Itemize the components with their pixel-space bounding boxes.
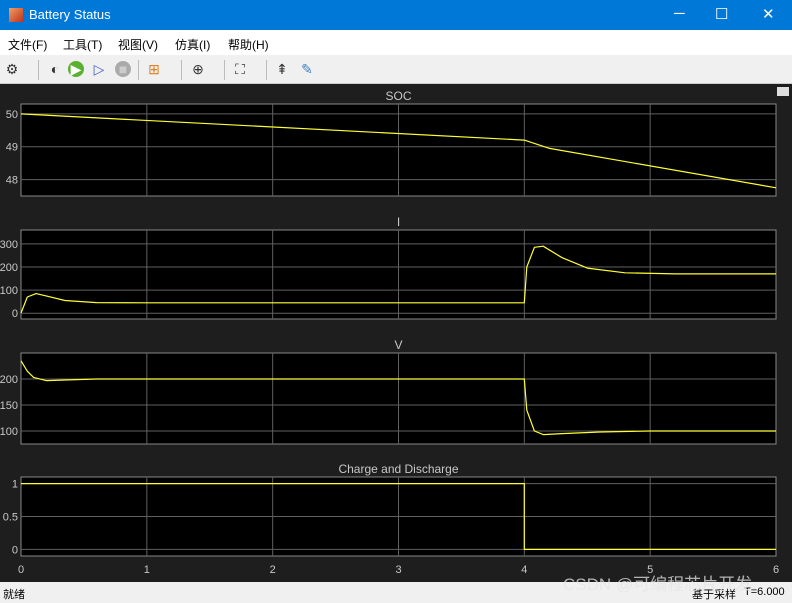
watermark: CSDN @可编程芯片开发 — [563, 575, 753, 594]
y-tick-label: 200 — [0, 262, 18, 274]
triggers-icon[interactable]: ⇞ — [274, 61, 290, 77]
step-forward-icon[interactable]: ▷ — [91, 61, 107, 77]
minimize-button[interactable]: ─ — [674, 5, 685, 22]
stop-icon[interactable]: ■ — [115, 61, 131, 77]
y-tick-label: 100 — [0, 426, 18, 438]
axes-2[interactable]: 0 100 200 300 I — [0, 215, 777, 320]
close-button[interactable]: ✕ — [762, 5, 775, 23]
undock-icon[interactable] — [777, 87, 789, 96]
menu-help[interactable]: 帮助(H) — [228, 36, 269, 53]
menu-tools[interactable]: 工具(T) — [63, 36, 102, 53]
x-tick-label: 6 — [773, 564, 779, 576]
axes-1[interactable]: 48 49 50 SOC — [6, 89, 777, 197]
x-tick-label: 1 — [144, 564, 150, 576]
x-tick-label: 2 — [270, 564, 276, 576]
menu-bar: 文件(F) 工具(T) 视图(V) 仿真(I) 帮助(H) — [0, 30, 792, 55]
axes-title: V — [394, 338, 402, 352]
axes-title: I — [397, 215, 400, 229]
zoom-icon[interactable]: ⊕ — [190, 61, 206, 77]
gear-icon[interactable]: ⚙ — [4, 61, 20, 77]
y-tick-label: 0 — [12, 544, 18, 556]
toolbar: ⚙ ◐ ▶ ▷ ■ ⊞ ⊕ ⛶ ⇞ ✎ — [0, 55, 792, 84]
y-tick-label: 49 — [6, 142, 18, 154]
y-tick-label: 150 — [0, 400, 18, 412]
y-tick-label: 48 — [6, 175, 18, 187]
run-icon[interactable]: ▶ — [68, 61, 84, 77]
y-tick-label: 0.5 — [3, 512, 18, 524]
title-bar: Battery Status ─ ☐ ✕ — [0, 0, 792, 30]
menu-file[interactable]: 文件(F) — [8, 36, 47, 53]
y-tick-label: 0 — [12, 308, 18, 320]
axes-title: SOC — [385, 89, 411, 103]
axes-3[interactable]: 100 150 200 V — [0, 338, 777, 445]
menu-view[interactable]: 视图(V) — [118, 36, 158, 53]
y-tick-label: 1 — [12, 479, 18, 491]
x-tick-label: 4 — [521, 564, 527, 576]
axes-title: Charge and Discharge — [338, 462, 458, 476]
cursor-measurements-icon[interactable]: ✎ — [299, 61, 315, 77]
y-tick-label: 300 — [0, 239, 18, 251]
x-tick-label: 3 — [395, 564, 401, 576]
x-tick-label: 0 — [18, 564, 24, 576]
status-ready: 就绪 — [3, 589, 25, 601]
layout-icon[interactable]: ⊞ — [146, 61, 162, 77]
y-tick-label: 100 — [0, 285, 18, 297]
window-title: Battery Status — [29, 7, 111, 22]
y-tick-label: 200 — [0, 374, 18, 386]
highlight-block-icon[interactable]: ◐ — [47, 61, 63, 77]
autoscale-icon[interactable]: ⛶ — [232, 61, 248, 77]
menu-simulation[interactable]: 仿真(I) — [175, 36, 210, 53]
y-tick-label: 50 — [6, 109, 18, 121]
maximize-button[interactable]: ☐ — [715, 5, 728, 23]
matlab-logo-icon — [9, 8, 23, 22]
scope-plot-area[interactable]: 48 49 50 SOC 0 100 200 300 I 100 150 200 V 0 0.5 1 Charg… — [0, 84, 792, 582]
